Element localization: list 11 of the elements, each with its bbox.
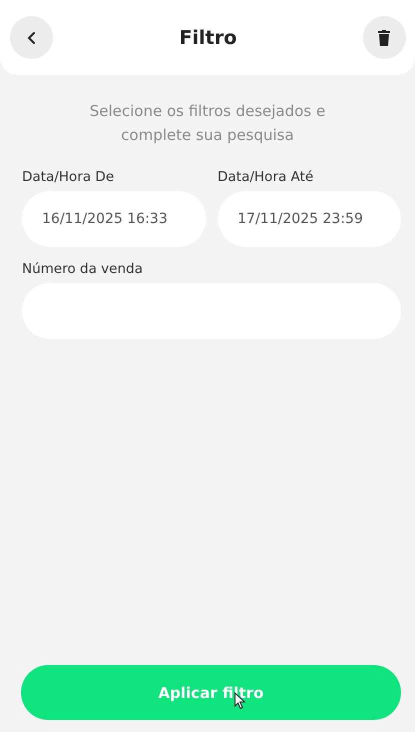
field-label: Número da venda: [22, 261, 144, 277]
back-button[interactable]: [10, 16, 53, 59]
instructions-text: Selecione os filtros desejados e complete sua pesquisa: [88, 101, 326, 146]
date-time-field[interactable]: 16/11/2025 16:33: [22, 191, 206, 247]
date-time-field[interactable]: 17/11/2025 23:59: [218, 191, 401, 247]
trash-icon: [378, 30, 390, 46]
field-label: Data/Hora De: [22, 169, 116, 185]
field-label: Data/Hora Até: [218, 169, 314, 185]
delete-button[interactable]: [362, 16, 406, 59]
chevron-left-icon: [26, 30, 38, 44]
page-title: Filtro: [179, 26, 237, 48]
